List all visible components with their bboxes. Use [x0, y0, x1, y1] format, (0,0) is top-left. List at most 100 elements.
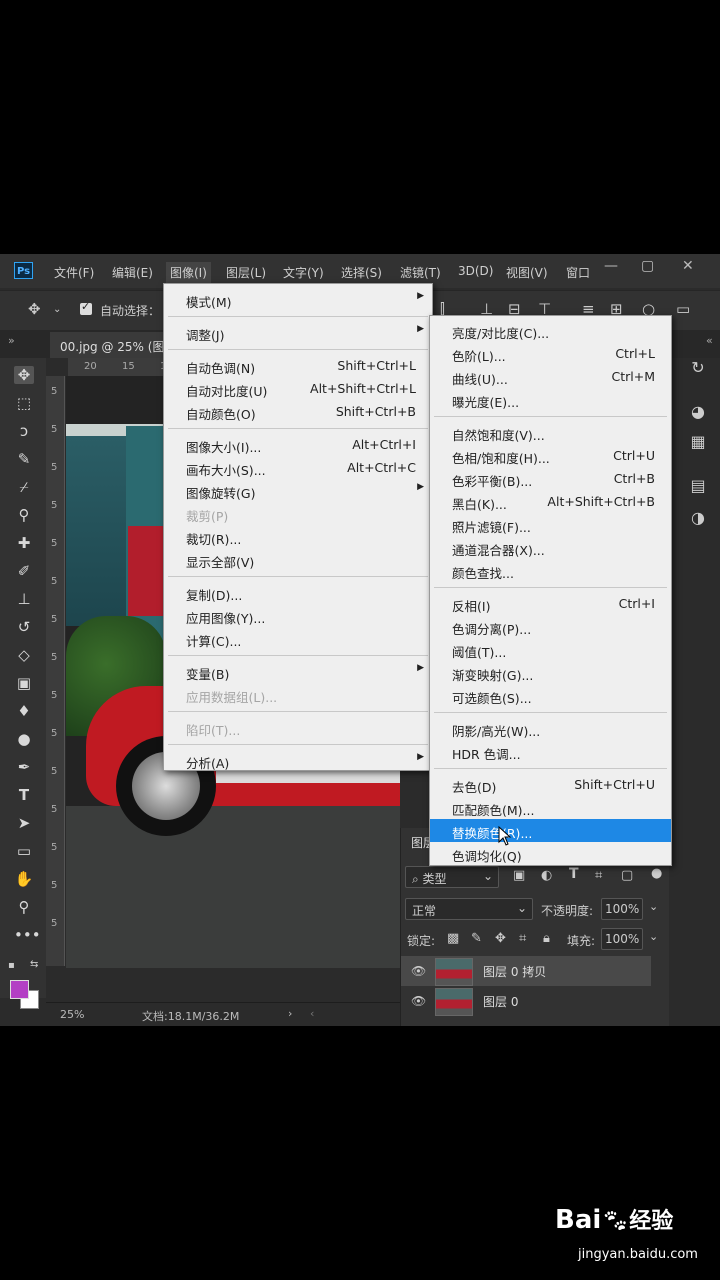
- menu-item[interactable]: 计算(C)...: [164, 627, 432, 650]
- scroll-left-icon[interactable]: ‹: [310, 1007, 314, 1020]
- menu-item[interactable]: 阴影/高光(W)...: [430, 717, 671, 740]
- more-tools-icon[interactable]: •••: [14, 926, 41, 944]
- menu-item[interactable]: 色调分离(P)...: [430, 615, 671, 638]
- quick-select-tool-icon[interactable]: ✎: [14, 450, 34, 468]
- minimize-icon[interactable]: —: [604, 258, 618, 274]
- lock-position-icon[interactable]: ✥: [495, 931, 506, 946]
- visibility-eye-icon[interactable]: 👁︎: [411, 994, 426, 1008]
- lasso-tool-icon[interactable]: ↄ: [14, 422, 34, 440]
- chevron-down-icon[interactable]: ⌄: [53, 304, 61, 315]
- menu-item[interactable]: 阈值(T)...: [430, 638, 671, 661]
- swatches-panel-icon[interactable]: ▦: [688, 432, 708, 451]
- menu-image[interactable]: 图像(I): [166, 262, 211, 283]
- filter-image-icon[interactable]: ▣: [513, 868, 525, 883]
- menu-item[interactable]: 色彩平衡(B)... Ctrl+B: [430, 467, 671, 490]
- history-brush-tool-icon[interactable]: ↺: [14, 618, 34, 636]
- collapse-toolbar-icon[interactable]: »: [8, 334, 15, 347]
- foreground-color-swatch[interactable]: [10, 980, 29, 999]
- restore-icon[interactable]: ▢: [641, 258, 654, 274]
- menu-item[interactable]: 变量(B) ▶: [164, 660, 432, 683]
- crop-tool-icon[interactable]: ⌿: [14, 478, 34, 496]
- marquee-tool-icon[interactable]: ⬚: [14, 394, 34, 412]
- swap-colors-icon[interactable]: ⇆: [30, 959, 38, 970]
- menu-item[interactable]: HDR 色调...: [430, 740, 671, 763]
- workspace-icon[interactable]: ▭: [676, 300, 690, 318]
- menu-layer[interactable]: 图层(L): [226, 264, 266, 281]
- document-tab[interactable]: 00.jpg @ 25% (图: [50, 332, 170, 358]
- fill-chevron-icon[interactable]: ⌄: [649, 930, 658, 943]
- filter-type-icon[interactable]: T: [569, 866, 579, 882]
- menu-item[interactable]: 色阶(L)... Ctrl+L: [430, 342, 671, 365]
- menu-item[interactable]: 颜色查找...: [430, 559, 671, 582]
- move-icon[interactable]: ✥: [28, 300, 41, 318]
- layer-row[interactable]: 👁︎ 图层 0 拷贝: [401, 956, 651, 986]
- menu-item[interactable]: 黑白(K)... Alt+Shift+Ctrl+B: [430, 490, 671, 513]
- lock-pixels-icon[interactable]: ✎: [471, 931, 482, 946]
- menu-item[interactable]: 图像大小(I)... Alt+Ctrl+I: [164, 433, 432, 456]
- opacity-chevron-icon[interactable]: ⌄: [649, 900, 658, 913]
- menu-item[interactable]: 模式(M) ▶: [164, 288, 432, 311]
- properties-panel-icon[interactable]: ▤: [688, 476, 708, 495]
- auto-select-checkbox[interactable]: [80, 300, 92, 315]
- menu-edit[interactable]: 编辑(E): [112, 264, 153, 281]
- menu-select[interactable]: 选择(S): [341, 264, 382, 281]
- menu-filter[interactable]: 滤镜(T): [400, 264, 441, 281]
- menu-window[interactable]: 窗口: [566, 264, 590, 281]
- status-menu-arrow-icon[interactable]: ›: [288, 1007, 292, 1020]
- rectangle-tool-icon[interactable]: ▭: [14, 842, 34, 860]
- default-colors-icon[interactable]: ▪: [8, 960, 15, 971]
- history-panel-icon[interactable]: ↻: [688, 358, 708, 377]
- menu-view[interactable]: 视图(V): [506, 264, 548, 281]
- zoom-tool-icon[interactable]: ⚲: [14, 898, 34, 916]
- menu-item[interactable]: 反相(I) Ctrl+I: [430, 592, 671, 615]
- blur-tool-icon[interactable]: ♦: [14, 702, 34, 720]
- menu-item[interactable]: 自动色调(N) Shift+Ctrl+L: [164, 354, 432, 377]
- menu-item[interactable]: 画布大小(S)... Alt+Ctrl+C: [164, 456, 432, 479]
- adjustments-panel-icon[interactable]: ◑: [688, 508, 708, 527]
- menu-item[interactable]: 复制(D)...: [164, 581, 432, 604]
- pen-tool-icon[interactable]: ✒: [14, 758, 34, 776]
- dodge-tool-icon[interactable]: ●: [14, 730, 34, 748]
- menu-item[interactable]: 照片滤镜(F)...: [430, 513, 671, 536]
- stamp-tool-icon[interactable]: ⊥: [14, 590, 34, 608]
- layer-filter-select[interactable]: ⌕ 类型 ⌄: [405, 866, 499, 888]
- lock-artboard-icon[interactable]: ⌗: [519, 931, 526, 946]
- menu-item[interactable]: 色调均化(Q): [430, 842, 671, 865]
- visibility-eye-icon[interactable]: 👁︎: [411, 964, 426, 978]
- menu-file[interactable]: 文件(F): [54, 264, 94, 281]
- menu-item[interactable]: 替换颜色(R)...: [430, 819, 671, 842]
- menu-item[interactable]: 可选颜色(S)...: [430, 684, 671, 707]
- menu-type[interactable]: 文字(Y): [283, 264, 324, 281]
- healing-tool-icon[interactable]: ✚: [14, 534, 34, 552]
- menu-item[interactable]: 去色(D) Shift+Ctrl+U: [430, 773, 671, 796]
- menu-item[interactable]: 调整(J) ▶: [164, 321, 432, 344]
- hand-tool-icon[interactable]: ✋: [14, 870, 34, 888]
- menu-item[interactable]: 曲线(U)... Ctrl+M: [430, 365, 671, 388]
- fill-input[interactable]: 100%: [601, 928, 643, 950]
- layer-row[interactable]: 👁︎ 图层 0: [401, 986, 651, 1016]
- menu-item[interactable]: 自动对比度(U) Alt+Shift+Ctrl+L: [164, 377, 432, 400]
- lock-all-icon[interactable]: 🔒︎: [543, 931, 550, 946]
- menu-item[interactable]: 通道混合器(X)...: [430, 536, 671, 559]
- menu-item[interactable]: 自动颜色(O) Shift+Ctrl+B: [164, 400, 432, 423]
- brush-tool-icon[interactable]: ✐: [14, 562, 34, 580]
- path-select-tool-icon[interactable]: ➤: [14, 814, 34, 832]
- collapse-panels-icon[interactable]: «: [706, 334, 713, 347]
- menu-item[interactable]: 应用图像(Y)...: [164, 604, 432, 627]
- blend-mode-select[interactable]: 正常 ⌄: [405, 898, 533, 920]
- zoom-level[interactable]: 25%: [60, 1008, 84, 1021]
- move-tool-icon[interactable]: ✥: [14, 366, 34, 384]
- filter-toggle-icon[interactable]: ●: [651, 866, 662, 881]
- filter-adjustment-icon[interactable]: ◐: [541, 868, 552, 883]
- menu-3d[interactable]: 3D(D): [458, 264, 493, 278]
- menu-item[interactable]: 色相/饱和度(H)... Ctrl+U: [430, 444, 671, 467]
- menu-item[interactable]: 显示全部(V): [164, 548, 432, 571]
- menu-item[interactable]: 匹配颜色(M)...: [430, 796, 671, 819]
- menu-item[interactable]: 自然饱和度(V)...: [430, 421, 671, 444]
- menu-item[interactable]: 分析(A) ▶: [164, 749, 432, 772]
- opacity-input[interactable]: 100%: [601, 898, 643, 920]
- color-panel-icon[interactable]: ◕: [688, 402, 708, 421]
- eyedropper-tool-icon[interactable]: ⚲: [14, 506, 34, 524]
- lock-transparent-icon[interactable]: ▩: [447, 931, 459, 946]
- filter-smart-icon[interactable]: ▢: [621, 868, 633, 883]
